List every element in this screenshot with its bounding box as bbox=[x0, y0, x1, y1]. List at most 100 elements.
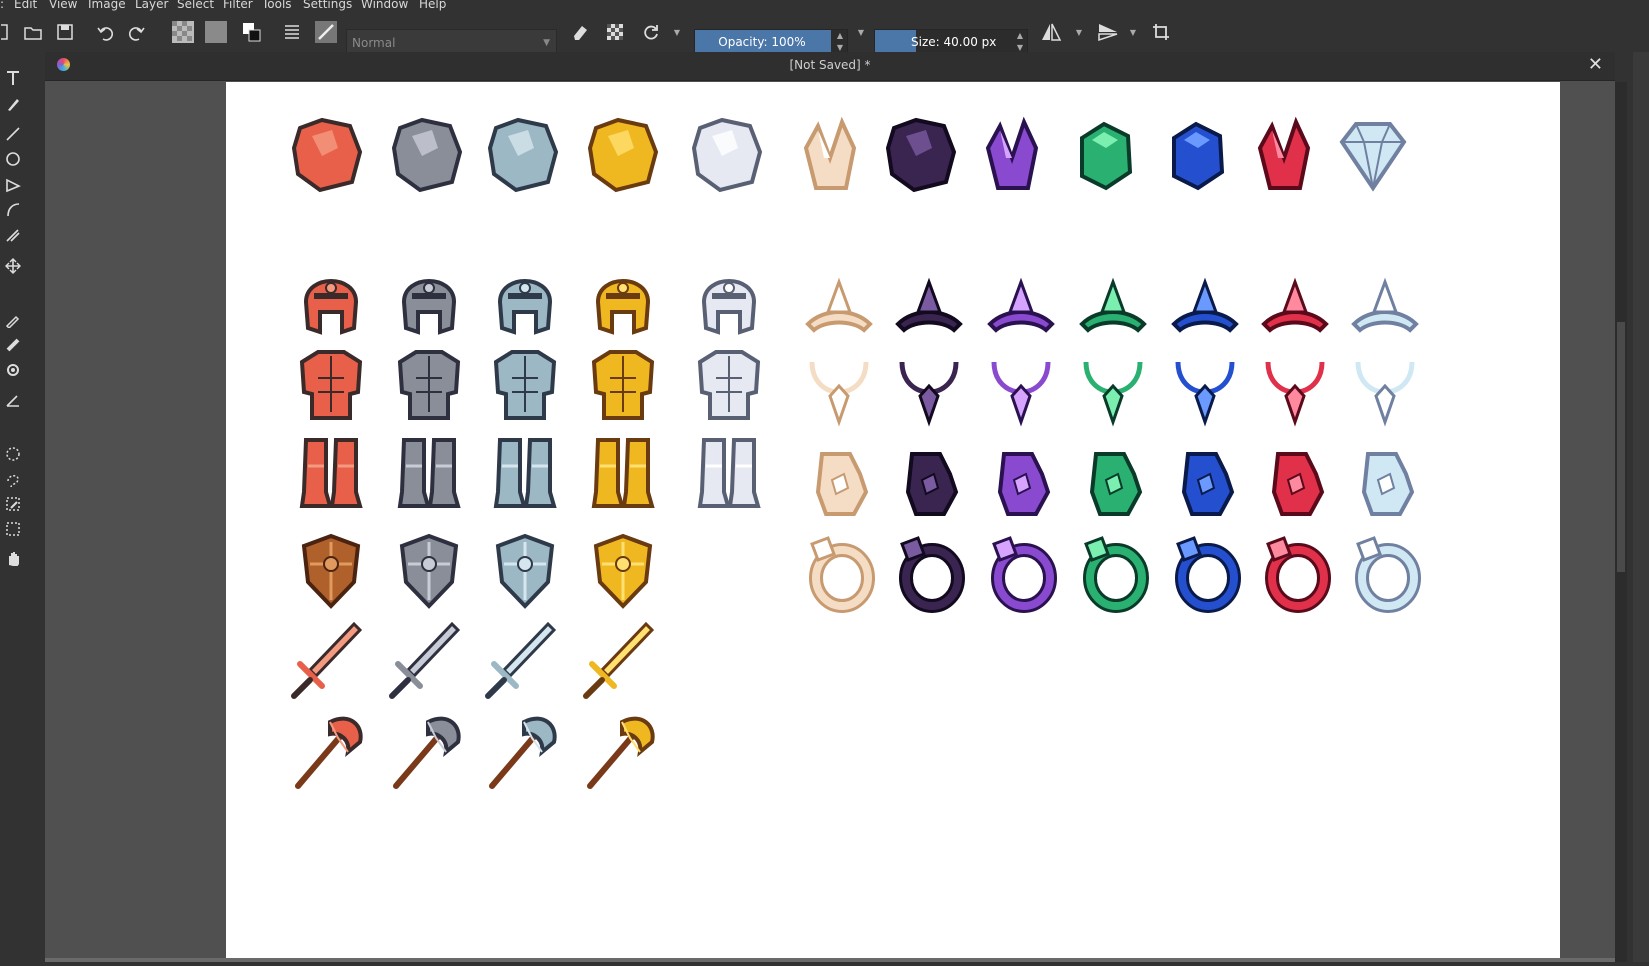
fill-pattern-icon[interactable] bbox=[203, 20, 229, 44]
fill-tool-icon[interactable] bbox=[3, 360, 23, 380]
canvas-paper[interactable] bbox=[226, 82, 1560, 962]
menu-edge: : bbox=[0, 0, 5, 11]
diamond-tiara-icon bbox=[1351, 277, 1419, 333]
contiguous-select-icon[interactable] bbox=[3, 494, 23, 514]
steel-sword-icon bbox=[485, 621, 557, 699]
pan-hand-icon[interactable] bbox=[3, 548, 23, 568]
line-tool-icon[interactable] bbox=[3, 124, 23, 144]
obsidian-necklace-icon bbox=[899, 361, 959, 427]
menu-settings[interactable]: Settings bbox=[303, 0, 352, 10]
menu-tools[interactable]: Tools bbox=[262, 0, 292, 10]
undo-icon[interactable] bbox=[94, 20, 116, 44]
amethyst-cluster-icon bbox=[985, 116, 1039, 190]
sapphire-icon bbox=[1172, 121, 1225, 191]
menu-select[interactable]: Select bbox=[177, 0, 214, 10]
quartz-tiara-icon bbox=[805, 277, 873, 333]
iron-helmet-icon bbox=[401, 279, 457, 335]
sapphire-ring-icon bbox=[1175, 536, 1241, 613]
reload-preset-icon[interactable] bbox=[640, 20, 662, 44]
steel-axe-icon bbox=[489, 716, 557, 789]
silver-ore-icon bbox=[487, 117, 559, 193]
redo-icon[interactable] bbox=[126, 20, 148, 44]
menu-filter[interactable]: Filter bbox=[223, 0, 253, 10]
dynamic-brush-icon[interactable] bbox=[3, 225, 23, 245]
menu-image[interactable]: Image bbox=[88, 0, 126, 10]
ruby-crystal-icon bbox=[1257, 116, 1311, 190]
smart-patch-icon[interactable] bbox=[3, 335, 23, 355]
document-tab: [Not Saved] * ✕ bbox=[45, 52, 1615, 81]
main-toolbar: Normal ▼ ▼ Opacity: 100% ▲ ▼ ▼ Size: 40.0… bbox=[0, 12, 1649, 56]
iron-axe-icon bbox=[393, 716, 461, 789]
steel-shield-icon bbox=[495, 533, 555, 609]
bezier-select-icon[interactable] bbox=[3, 519, 23, 539]
chevron-down-icon[interactable]: ▼ bbox=[1128, 20, 1138, 44]
color-swap-icon[interactable] bbox=[239, 20, 265, 44]
sapphire-glove-icon bbox=[1181, 452, 1235, 516]
close-icon[interactable]: ✕ bbox=[1588, 54, 1603, 75]
menu-edit[interactable]: Edit bbox=[14, 0, 37, 10]
obsidian-glove-icon bbox=[905, 452, 959, 516]
brush-settings-icon[interactable] bbox=[281, 20, 303, 44]
eraser-icon[interactable] bbox=[569, 20, 591, 44]
sprite-sheet bbox=[291, 116, 1421, 789]
gold-chestplate-icon bbox=[591, 350, 655, 420]
fill-gradient-icon[interactable] bbox=[170, 20, 196, 44]
diamond-icon bbox=[1339, 122, 1407, 192]
menu-view[interactable]: View bbox=[49, 0, 77, 10]
wooden-shield-icon bbox=[301, 533, 361, 609]
chevron-down-icon[interactable]: ▼ bbox=[1074, 20, 1084, 44]
quartz-ring-icon bbox=[809, 536, 875, 613]
move-tool-icon[interactable] bbox=[3, 256, 23, 276]
quartz-necklace-icon bbox=[809, 361, 869, 427]
toolbox bbox=[0, 64, 42, 962]
iron-sword-icon bbox=[389, 621, 461, 699]
open-folder-icon[interactable] bbox=[22, 20, 44, 44]
emerald-tiara-icon bbox=[1079, 277, 1147, 333]
diamond-necklace-icon bbox=[1355, 361, 1415, 427]
iron-shield-icon bbox=[399, 533, 459, 609]
color-picker-icon[interactable] bbox=[3, 310, 23, 330]
wrap-around-icon[interactable] bbox=[1150, 20, 1172, 44]
steel-chestplate-icon bbox=[493, 350, 557, 420]
iron-boots-icon bbox=[397, 438, 461, 508]
vertical-scrollbar[interactable] bbox=[1615, 82, 1627, 962]
bezier-tool-icon[interactable] bbox=[3, 200, 23, 220]
gold-shield-icon bbox=[593, 533, 653, 609]
quartz-glove-icon bbox=[815, 452, 869, 516]
menu-layer[interactable]: Layer bbox=[135, 0, 168, 10]
emerald-icon bbox=[1080, 121, 1133, 191]
copper-boots-icon bbox=[299, 438, 363, 508]
rect-select-icon[interactable] bbox=[3, 444, 23, 464]
diamond-ring-icon bbox=[1355, 536, 1421, 613]
freehand-select-icon[interactable] bbox=[3, 469, 23, 489]
alpha-lock-icon[interactable] bbox=[604, 20, 626, 44]
bottom-scrollbar[interactable] bbox=[45, 958, 1615, 962]
menu-window[interactable]: Window bbox=[361, 0, 408, 10]
ruby-tiara-icon bbox=[1261, 277, 1329, 333]
new-document-icon[interactable] bbox=[0, 20, 12, 44]
mirror-horizontal-icon[interactable] bbox=[1040, 20, 1062, 44]
text-tool-icon[interactable] bbox=[3, 68, 23, 88]
gold-ore-icon bbox=[587, 117, 659, 193]
ellipse-tool-icon[interactable] bbox=[3, 149, 23, 169]
menu-help[interactable]: Help bbox=[419, 0, 446, 10]
obsidian-tiara-icon bbox=[895, 277, 963, 333]
copper-sword-icon bbox=[291, 621, 363, 699]
amethyst-necklace-icon bbox=[991, 361, 1051, 427]
chevron-down-icon[interactable]: ▼ bbox=[856, 20, 866, 44]
gold-helmet-icon bbox=[595, 279, 651, 335]
emerald-necklace-icon bbox=[1083, 361, 1143, 427]
gold-sword-icon bbox=[583, 621, 655, 699]
emerald-ring-icon bbox=[1083, 536, 1149, 613]
mirror-vertical-icon[interactable] bbox=[1096, 20, 1120, 44]
scrollbar-thumb[interactable] bbox=[1617, 322, 1625, 572]
measure-tool-icon[interactable] bbox=[3, 390, 23, 410]
save-icon[interactable] bbox=[54, 20, 76, 44]
mithril-helmet-icon bbox=[701, 279, 757, 335]
calligraphy-tool-icon[interactable] bbox=[3, 94, 23, 114]
chevron-down-icon[interactable]: ▼ bbox=[672, 20, 682, 44]
amethyst-glove-icon bbox=[997, 452, 1051, 516]
steel-boots-icon bbox=[493, 438, 557, 508]
brush-preset-icon[interactable] bbox=[313, 20, 339, 44]
polyline-tool-icon[interactable] bbox=[3, 175, 23, 195]
